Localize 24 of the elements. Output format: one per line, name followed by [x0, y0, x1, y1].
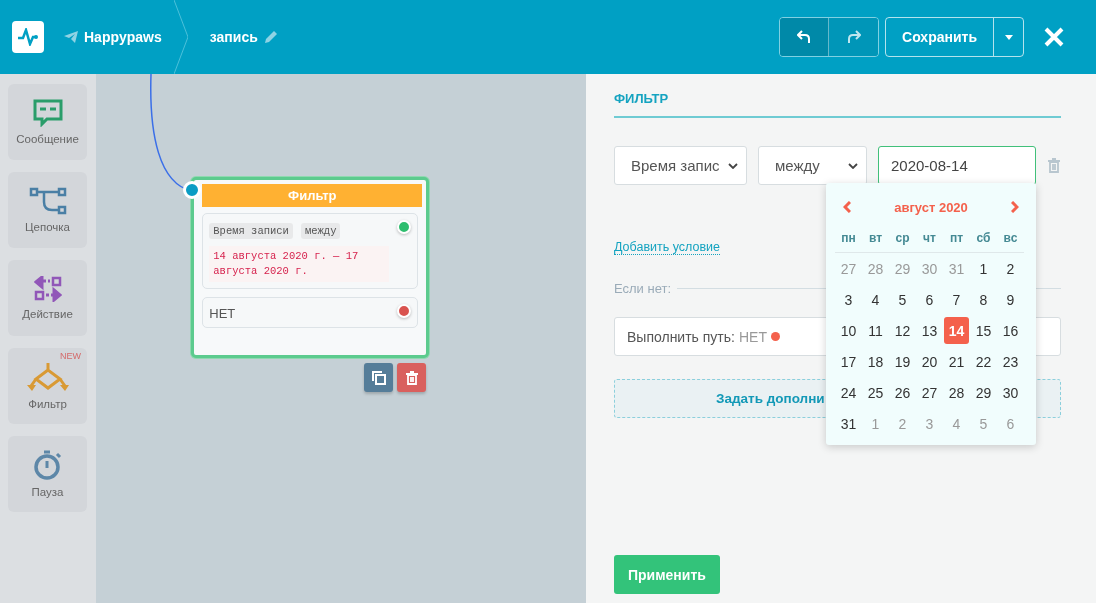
- weekday-label: ср: [889, 223, 916, 253]
- tool-label: Сообщение: [16, 133, 79, 145]
- section-title: ФИЛЬТР: [614, 74, 1061, 118]
- weekday-label: вс: [997, 223, 1024, 253]
- else-heading: Если нет:: [614, 281, 672, 296]
- tool-label: Цепочка: [25, 221, 70, 233]
- weekday-label: чт: [916, 223, 943, 253]
- month-title: август 2020: [894, 199, 968, 215]
- weekday-label: вт: [862, 223, 889, 253]
- weekday-label: пт: [943, 223, 970, 253]
- weekday-label: пн: [835, 223, 862, 253]
- path-value: НЕТ: [738, 328, 767, 345]
- else-label: НЕТ: [209, 306, 236, 321]
- condition-tag: Время записи: [209, 223, 293, 239]
- tool-label: Фильтр: [28, 398, 67, 410]
- condition-value: 14 августа 2020 г. — 17 августа 2020 г.: [209, 246, 390, 282]
- new-label: NEW: [60, 351, 81, 361]
- node-title: Фильтр: [202, 184, 423, 207]
- tool-label: Пауза: [31, 486, 64, 498]
- condition-tag: между: [300, 223, 341, 239]
- tool-label: Действие: [22, 308, 73, 320]
- path-label: Выполнить путь:: [627, 328, 735, 345]
- weekday-label: сб: [970, 223, 997, 253]
- scenario-name: запись: [209, 29, 258, 45]
